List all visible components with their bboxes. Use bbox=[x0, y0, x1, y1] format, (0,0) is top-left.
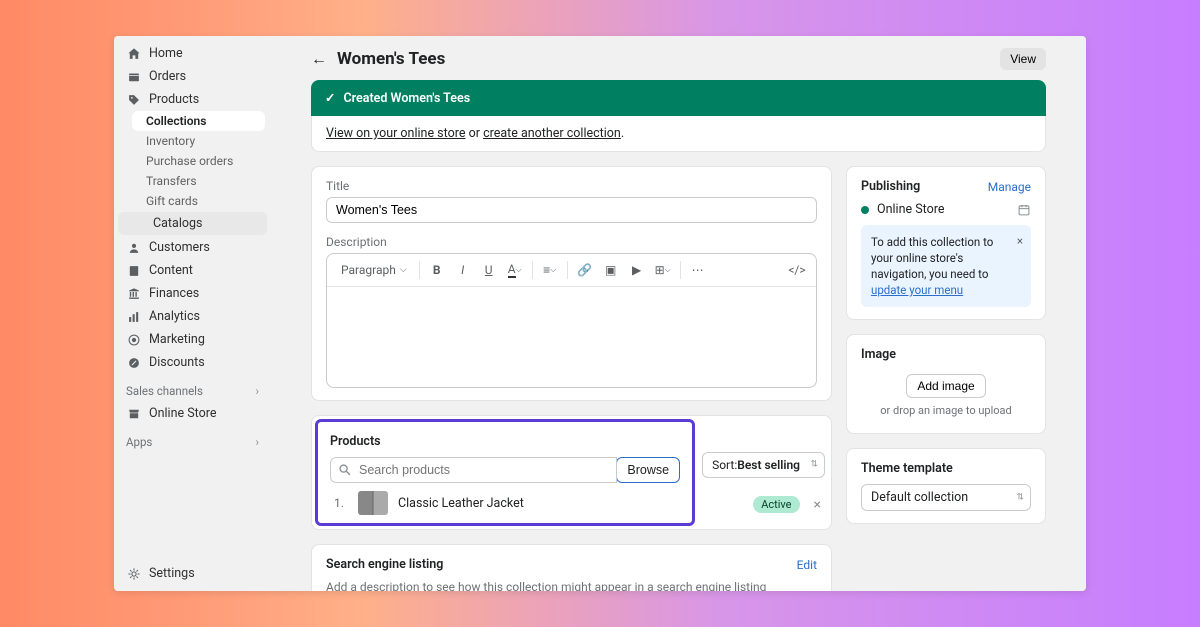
title-desc-card: Title Description Paragraph⌵ B I U A⌵ ≡⌵ bbox=[311, 166, 832, 401]
upload-hint: or drop an image to upload bbox=[861, 404, 1031, 417]
more-icon[interactable]: ⋯ bbox=[687, 259, 709, 281]
text-color-icon[interactable]: A⌵ bbox=[504, 259, 526, 281]
products-icon bbox=[126, 92, 141, 107]
nav-customers[interactable]: Customers bbox=[114, 236, 271, 259]
theme-select[interactable]: Default collection⇅ bbox=[861, 484, 1031, 511]
status-dot-icon bbox=[861, 206, 869, 214]
product-index: 1. bbox=[334, 496, 348, 510]
seo-title: Search engine listing bbox=[326, 557, 443, 572]
sort-select[interactable]: Sort: Best selling⇅ bbox=[702, 452, 825, 478]
image-icon[interactable]: ▣ bbox=[600, 259, 622, 281]
nav-collections[interactable]: Collections bbox=[132, 111, 265, 131]
sidebar: Home Orders Products Collections Invento… bbox=[114, 36, 271, 591]
check-icon: ✓ bbox=[325, 90, 335, 106]
seo-description: Add a description to see how this collec… bbox=[326, 580, 817, 591]
nav-online-store[interactable]: Online Store bbox=[114, 402, 271, 425]
search-products-input[interactable] bbox=[330, 457, 617, 483]
nav-marketing[interactable]: Marketing bbox=[114, 328, 271, 351]
main-content: ← Women's Tees View ✓Created Women's Tee… bbox=[271, 36, 1086, 591]
nav-orders[interactable]: Orders bbox=[114, 65, 271, 88]
rich-text-editor: Paragraph⌵ B I U A⌵ ≡⌵ 🔗 ▣ ▶ bbox=[326, 253, 817, 388]
image-card: Image Add image or drop an image to uplo… bbox=[846, 334, 1046, 434]
marketing-icon bbox=[126, 332, 141, 347]
chevron-right-icon[interactable]: › bbox=[256, 384, 259, 398]
image-upload-area[interactable]: Add image or drop an image to upload bbox=[861, 362, 1031, 421]
sales-channels-header: Sales channels› bbox=[114, 374, 271, 402]
code-view-icon[interactable]: </> bbox=[786, 259, 808, 281]
video-icon[interactable]: ▶ bbox=[626, 259, 648, 281]
view-button[interactable]: View bbox=[1000, 48, 1046, 70]
product-thumbnail bbox=[358, 491, 388, 515]
seo-edit-link[interactable]: Edit bbox=[797, 558, 817, 572]
bold-icon[interactable]: B bbox=[426, 259, 448, 281]
products-card: Products Browse 1. bbox=[311, 415, 832, 530]
publishing-card: Publishing Manage Online Store To add th… bbox=[846, 166, 1046, 320]
nav-discounts[interactable]: Discounts bbox=[114, 351, 271, 374]
orders-icon bbox=[126, 69, 141, 84]
title-input[interactable] bbox=[326, 197, 817, 223]
publishing-title: Publishing bbox=[861, 179, 920, 194]
rte-toolbar: Paragraph⌵ B I U A⌵ ≡⌵ 🔗 ▣ ▶ bbox=[327, 254, 816, 287]
nav-finances[interactable]: Finances bbox=[114, 282, 271, 305]
nav-gift-cards[interactable]: Gift cards bbox=[114, 191, 271, 211]
view-store-link[interactable]: View on your online store bbox=[326, 126, 465, 141]
nav-products[interactable]: Products bbox=[114, 88, 271, 111]
success-banner: ✓Created Women's Tees View on your onlin… bbox=[311, 80, 1046, 152]
gear-icon bbox=[126, 566, 141, 581]
theme-card: Theme template Default collection⇅ bbox=[846, 448, 1046, 524]
catalogs-icon bbox=[130, 216, 145, 231]
paragraph-select[interactable]: Paragraph⌵ bbox=[335, 261, 413, 279]
content-icon bbox=[126, 263, 141, 278]
products-title: Products bbox=[330, 434, 680, 449]
theme-title: Theme template bbox=[861, 461, 1031, 476]
manage-link[interactable]: Manage bbox=[988, 180, 1031, 194]
underline-icon[interactable]: U bbox=[478, 259, 500, 281]
browse-button[interactable]: Browse bbox=[616, 457, 680, 483]
nav-catalogs[interactable]: Catalogs bbox=[118, 212, 267, 235]
nav-analytics[interactable]: Analytics bbox=[114, 305, 271, 328]
schedule-icon[interactable] bbox=[1017, 203, 1031, 217]
nav-transfers[interactable]: Transfers bbox=[114, 171, 271, 191]
link-icon[interactable]: 🔗 bbox=[574, 259, 596, 281]
table-icon[interactable]: ⊞⌵ bbox=[652, 259, 674, 281]
description-textarea[interactable] bbox=[327, 287, 816, 387]
page-title: Women's Tees bbox=[337, 49, 445, 69]
seo-card: Search engine listing Edit Add a descrip… bbox=[311, 544, 832, 591]
apps-header: Apps› bbox=[114, 425, 271, 453]
nav-purchase-orders[interactable]: Purchase orders bbox=[114, 151, 271, 171]
back-arrow-icon[interactable]: ← bbox=[311, 49, 327, 69]
page-header: ← Women's Tees View bbox=[311, 48, 1046, 70]
italic-icon[interactable]: I bbox=[452, 259, 474, 281]
product-row: 1. Classic Leather Jacket bbox=[330, 483, 680, 519]
close-alert-icon[interactable]: × bbox=[1017, 233, 1023, 249]
home-icon bbox=[126, 46, 141, 61]
nav-inventory[interactable]: Inventory bbox=[114, 131, 271, 151]
nav-home[interactable]: Home bbox=[114, 42, 271, 65]
channel-row: Online Store bbox=[861, 202, 1031, 217]
search-icon bbox=[338, 463, 352, 477]
discounts-icon bbox=[126, 355, 141, 370]
product-name[interactable]: Classic Leather Jacket bbox=[398, 496, 676, 511]
add-image-button[interactable]: Add image bbox=[906, 374, 985, 398]
finances-icon bbox=[126, 286, 141, 301]
nav-settings[interactable]: Settings bbox=[114, 562, 271, 585]
remove-product-icon[interactable]: × bbox=[810, 497, 825, 513]
customers-icon bbox=[126, 240, 141, 255]
chevron-right-icon[interactable]: › bbox=[256, 435, 259, 449]
products-highlight-area: Products Browse 1. bbox=[315, 419, 695, 526]
description-label: Description bbox=[326, 235, 817, 249]
store-icon bbox=[126, 406, 141, 421]
title-label: Title bbox=[326, 179, 817, 193]
image-title: Image bbox=[861, 347, 1031, 362]
nav-content[interactable]: Content bbox=[114, 259, 271, 282]
create-another-link[interactable]: create another collection bbox=[483, 126, 621, 141]
status-badge: Active bbox=[753, 496, 799, 513]
align-icon[interactable]: ≡⌵ bbox=[539, 259, 561, 281]
analytics-icon bbox=[126, 309, 141, 324]
navigation-alert: To add this collection to your online st… bbox=[861, 225, 1031, 307]
update-menu-link[interactable]: update your menu bbox=[871, 283, 963, 297]
